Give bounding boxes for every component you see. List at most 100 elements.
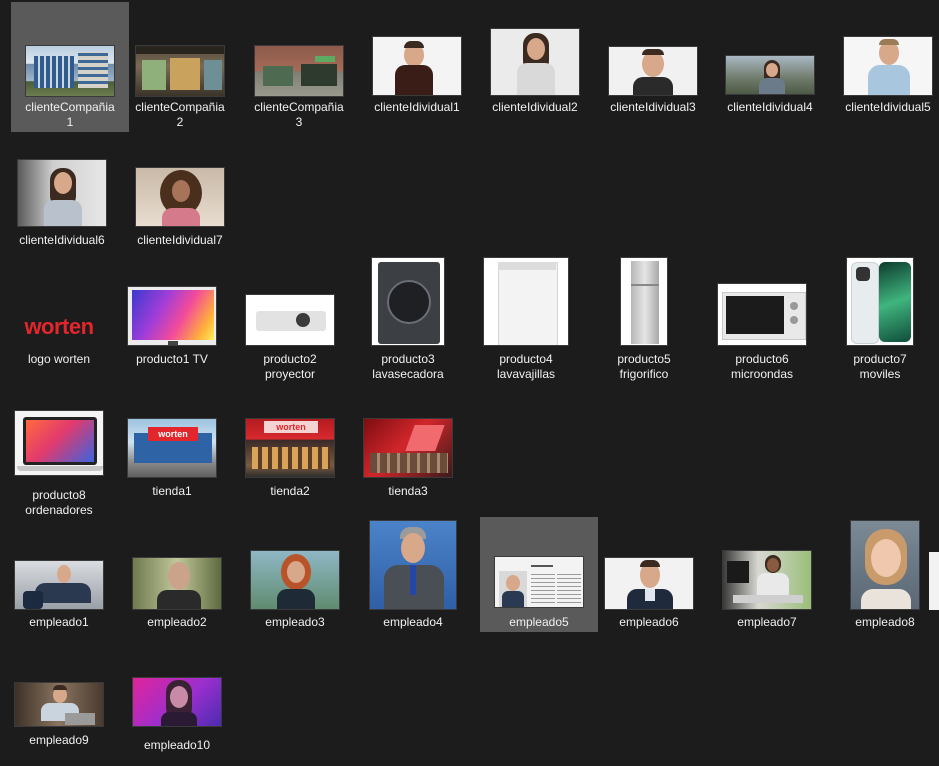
- file-label: empleado10: [120, 738, 234, 753]
- file-tile-empleado5[interactable]: empleado5: [480, 517, 598, 632]
- file-label: clienteIdividual3: [596, 100, 710, 115]
- store-photo-icon: worten: [245, 418, 335, 478]
- file-label: tienda1: [115, 484, 229, 499]
- file-tile-logoWorten[interactable]: worten logo worten: [0, 256, 118, 376]
- file-tile-tienda1[interactable]: worten tienda1: [113, 410, 231, 520]
- person-photo-icon: [725, 55, 815, 95]
- file-label: producto7 moviles: [823, 352, 937, 382]
- person-photo-icon: [250, 550, 340, 610]
- projector-photo-icon: [245, 294, 335, 346]
- dishwasher-photo-icon: [483, 257, 569, 346]
- file-label: clienteIdividual6: [5, 233, 119, 248]
- file-tile-producto3[interactable]: producto3 lavasecadora: [349, 256, 467, 386]
- person-photo-icon: [17, 159, 107, 227]
- microwave-photo-icon: [717, 283, 807, 346]
- file-label: clienteIdividual1: [360, 100, 474, 115]
- person-photo-icon: [608, 46, 698, 96]
- file-label: logo worten: [2, 352, 116, 367]
- file-label: clienteIdividual5: [831, 100, 939, 115]
- person-photo-icon: [369, 520, 457, 610]
- person-photo-icon: [132, 557, 222, 610]
- file-tile-empleado8[interactable]: empleado8: [826, 517, 939, 632]
- worten-logo-icon: worten: [14, 307, 104, 347]
- company-photo-icon: [25, 45, 115, 97]
- person-photo-icon: [604, 557, 694, 610]
- person-photo-icon: [372, 36, 462, 96]
- shop-front-photo-icon: [254, 45, 344, 97]
- person-photo-icon: [135, 167, 225, 227]
- file-label: empleado4: [356, 615, 470, 630]
- file-tile-producto8[interactable]: producto8 ordenadores: [0, 410, 118, 520]
- person-photo-icon: [14, 682, 104, 727]
- file-tile-producto4[interactable]: producto4 lavavajillas: [467, 256, 585, 386]
- file-tile-producto5[interactable]: producto5 frigorifico: [585, 256, 703, 386]
- person-photo-icon: [850, 520, 920, 610]
- scrollbar[interactable]: [929, 552, 939, 610]
- person-photo-icon: [722, 550, 812, 610]
- document-photo-icon: [494, 556, 584, 608]
- file-label: empleado6: [592, 615, 706, 630]
- file-label: producto2 proyector: [233, 352, 347, 382]
- file-tile-tienda2[interactable]: worten tienda2: [231, 410, 349, 520]
- file-tile-producto6[interactable]: producto6 microondas: [703, 256, 821, 386]
- file-tile-producto7[interactable]: producto7 moviles: [821, 256, 939, 386]
- file-tile-empleado3[interactable]: empleado3: [236, 517, 354, 632]
- store-sign-text: worten: [276, 422, 306, 432]
- file-tile-clienteIdividual5[interactable]: clienteIdividual5: [829, 2, 939, 132]
- file-label: empleado8: [828, 615, 939, 630]
- worten-logo-text: worten: [24, 314, 93, 340]
- laptop-photo-icon: [14, 410, 104, 476]
- file-label: producto8 ordenadores: [2, 488, 116, 518]
- file-label: producto4 lavavajillas: [469, 352, 583, 382]
- file-label: tienda2: [233, 484, 347, 499]
- file-tile-tienda3[interactable]: tienda3: [349, 410, 467, 520]
- file-label: clienteIdividual4: [713, 100, 827, 115]
- person-photo-icon: [843, 36, 933, 96]
- file-tile-producto2[interactable]: producto2 proyector: [231, 256, 349, 386]
- file-tile-clienteIdividual2[interactable]: clienteIdividual2: [476, 2, 594, 132]
- file-tile-clienteCompania2[interactable]: clienteCompañia 2: [121, 2, 239, 132]
- file-label: clienteCompañia 2: [123, 100, 237, 130]
- file-label: empleado1: [2, 615, 116, 630]
- file-tile-empleado9[interactable]: empleado9: [0, 660, 118, 755]
- file-tile-empleado7[interactable]: empleado7: [708, 517, 826, 632]
- store-sign-text: worten: [158, 429, 188, 439]
- file-tile-empleado1[interactable]: empleado1: [0, 517, 118, 632]
- file-tile-empleado6[interactable]: empleado6: [590, 517, 708, 632]
- store-photo-icon: worten: [127, 418, 217, 478]
- file-tile-clienteIdividual1[interactable]: clienteIdividual1: [358, 2, 476, 132]
- file-label: producto6 microondas: [705, 352, 819, 382]
- file-label: empleado7: [710, 615, 824, 630]
- file-tile-empleado4[interactable]: empleado4: [354, 517, 472, 632]
- file-label: producto1 TV: [115, 352, 229, 367]
- store-photo-icon: [363, 418, 453, 478]
- file-tile-producto1[interactable]: producto1 TV: [113, 256, 231, 376]
- file-tile-empleado2[interactable]: empleado2: [118, 517, 236, 632]
- file-tile-clienteCompania3[interactable]: clienteCompañia 3: [240, 2, 358, 132]
- file-tile-clienteIdividual3[interactable]: clienteIdividual3: [594, 2, 712, 132]
- file-label: clienteCompañia 1: [13, 100, 127, 130]
- file-label: producto3 lavasecadora: [351, 352, 465, 382]
- person-photo-icon: [132, 677, 222, 727]
- file-grid: clienteCompañia 1 clienteCompañia 2 clie…: [0, 0, 939, 766]
- file-label: empleado9: [2, 733, 116, 748]
- phone-photo-icon: [846, 257, 914, 346]
- person-photo-icon: [14, 560, 104, 610]
- file-tile-clienteIdividual6[interactable]: clienteIdividual6: [3, 152, 121, 252]
- file-label: producto5 frigorifico: [587, 352, 701, 382]
- file-label: empleado3: [238, 615, 352, 630]
- file-label: clienteIdividual7: [123, 233, 237, 248]
- shop-front-photo-icon: [135, 45, 225, 97]
- file-tile-clienteCompania1[interactable]: clienteCompañia 1: [11, 2, 129, 132]
- file-label: tienda3: [351, 484, 465, 499]
- person-photo-icon: [490, 28, 580, 96]
- file-tile-clienteIdividual7[interactable]: clienteIdividual7: [121, 152, 239, 252]
- file-label: empleado2: [120, 615, 234, 630]
- file-tile-clienteIdividual4[interactable]: clienteIdividual4: [711, 2, 829, 132]
- file-label: clienteCompañia 3: [242, 100, 356, 130]
- file-label: empleado5: [482, 615, 596, 630]
- fridge-photo-icon: [620, 257, 668, 346]
- file-label: clienteIdividual2: [478, 100, 592, 115]
- tv-photo-icon: [127, 286, 217, 346]
- file-tile-empleado10[interactable]: empleado10: [118, 660, 236, 755]
